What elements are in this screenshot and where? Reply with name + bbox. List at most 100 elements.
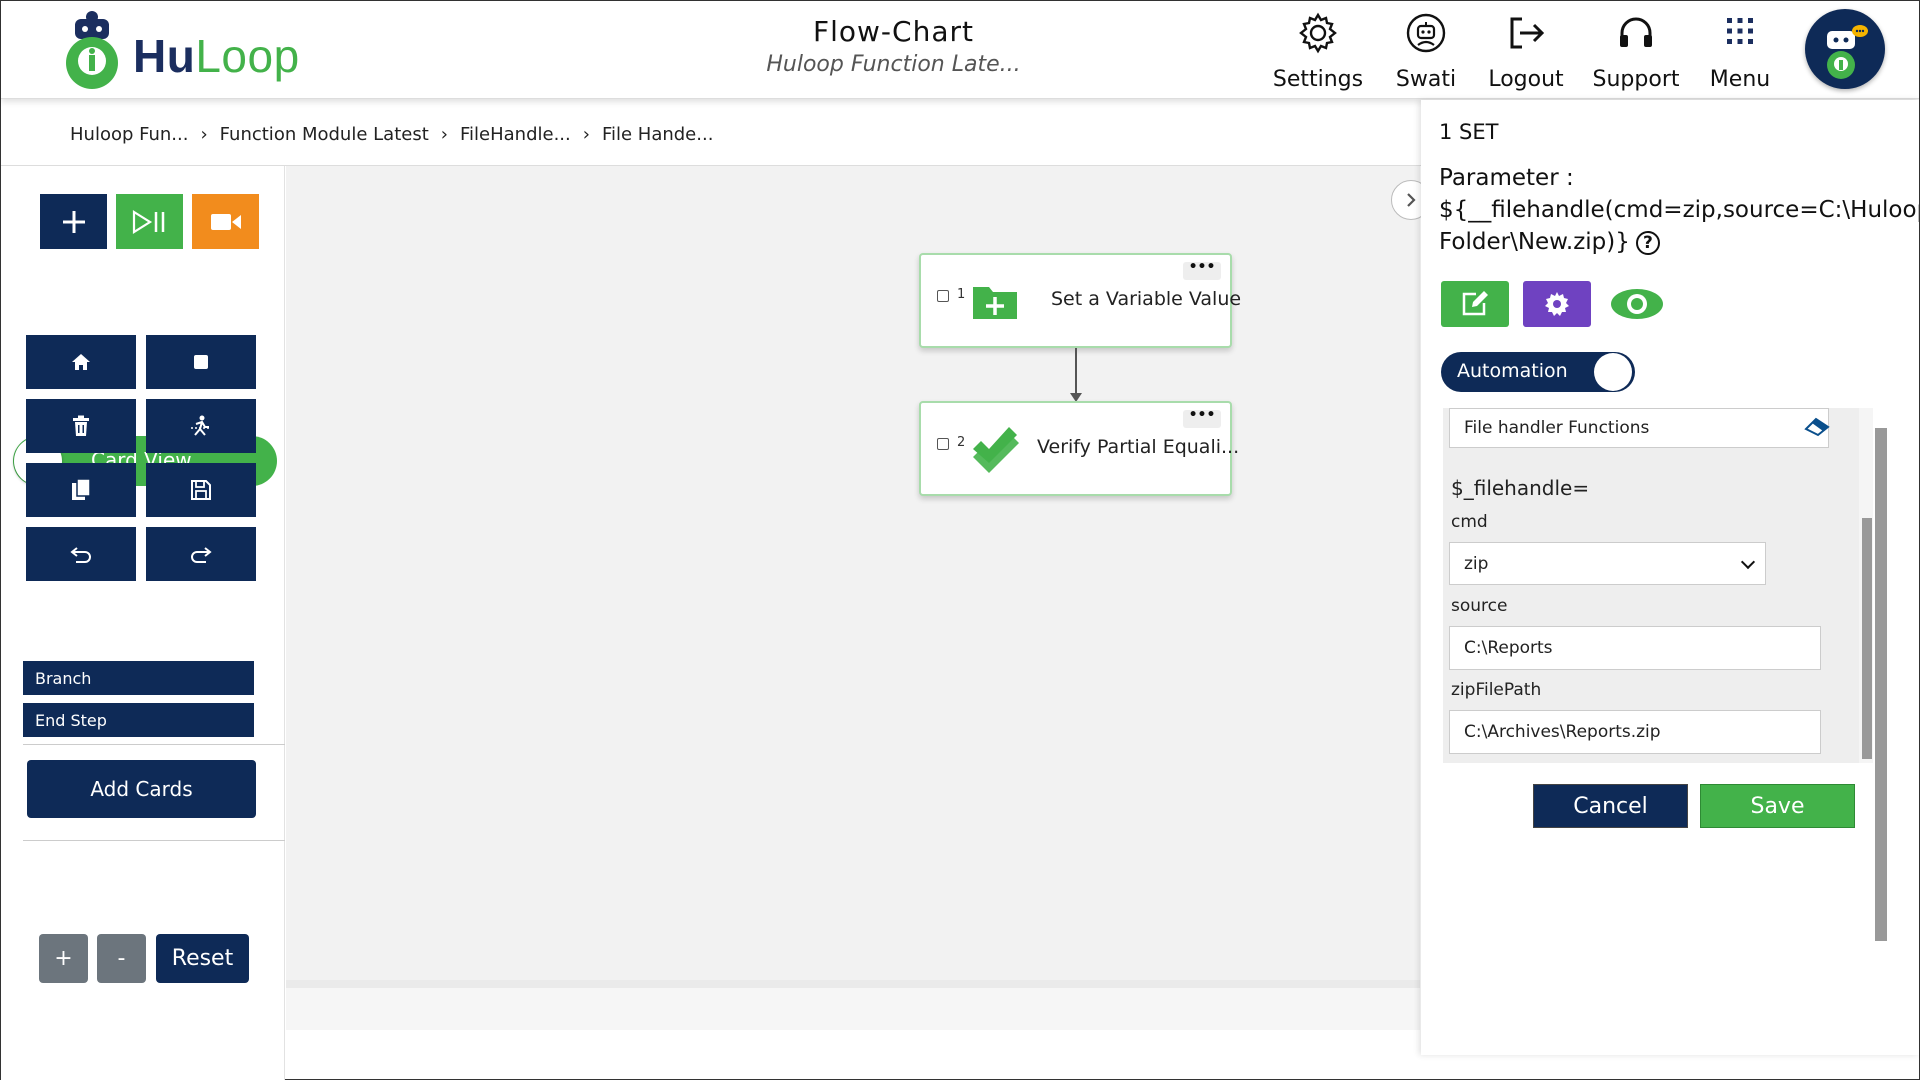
undo-button[interactable] — [26, 527, 136, 581]
chevron-right-icon — [1407, 193, 1416, 207]
step-properties-panel: 1 SET Parameter : ${__filehandle(cmd=zip… — [1421, 100, 1919, 1055]
cancel-button[interactable]: Cancel — [1533, 784, 1688, 828]
card-step-number: 2 — [957, 435, 966, 450]
cmd-select[interactable]: zip — [1449, 542, 1766, 585]
end-step-button[interactable]: End Step — [23, 703, 254, 737]
card-select-checkbox[interactable] — [937, 290, 949, 302]
configure-step-button[interactable] — [1523, 281, 1591, 327]
assistant-avatar[interactable] — [1805, 9, 1885, 89]
flow-card[interactable]: 2 ••• Verify Partial Equali... — [919, 401, 1239, 496]
nav-user[interactable]: Swati — [1371, 11, 1481, 92]
gear-icon — [1299, 12, 1337, 54]
zoom-in-button[interactable]: + — [39, 934, 88, 983]
function-prefix: $_filehandle= — [1451, 476, 1590, 500]
nav-menu[interactable]: Menu — [1685, 11, 1795, 92]
grid-menu-icon — [1727, 18, 1753, 44]
stop-square-icon — [194, 355, 208, 369]
copy-button[interactable] — [26, 463, 136, 517]
automation-toggle[interactable]: Automation — [1441, 352, 1635, 392]
chevron-right-icon: › — [440, 124, 448, 145]
parameter-value-line1: ${__filehandle(cmd=zip,source=C:\Huloop\ — [1439, 197, 1919, 223]
breadcrumb-item[interactable]: File Hande... — [602, 124, 713, 145]
add-cards-button[interactable]: Add Cards — [27, 760, 256, 818]
edit-step-button[interactable] — [1441, 281, 1509, 327]
breadcrumb-item[interactable]: FileHandle... — [460, 124, 571, 145]
zipfilepath-label: zipFilePath — [1451, 680, 1542, 700]
card-label: Set a Variable Value — [1051, 288, 1242, 310]
page-subtitle: Huloop Function Late... — [766, 52, 1021, 77]
redo-icon — [191, 547, 212, 563]
nav-logout-label: Logout — [1488, 67, 1564, 92]
nav-settings-label: Settings — [1272, 67, 1364, 92]
panel-scrollbar-thumb[interactable] — [1875, 428, 1887, 941]
canvas-horizontal-scrollbar[interactable] — [286, 980, 1420, 1030]
floppy-disk-icon — [191, 480, 211, 500]
nav-settings[interactable]: Settings — [1263, 11, 1373, 92]
step-title: 1 SET — [1439, 120, 1499, 144]
zipfilepath-input[interactable]: C:\Archives\Reports.zip — [1449, 710, 1821, 754]
skip-step-button[interactable] — [146, 399, 256, 453]
function-group-field[interactable]: File handler Functions — [1449, 408, 1830, 448]
source-input[interactable]: C:\Reports — [1449, 626, 1821, 670]
card-step-number: 1 — [957, 287, 966, 302]
source-input-value: C:\Reports — [1464, 638, 1553, 658]
card-options-button[interactable]: ••• — [1183, 408, 1221, 428]
branch-button[interactable]: Branch — [23, 661, 254, 695]
chevron-right-icon: › — [582, 124, 590, 145]
breadcrumb-item[interactable]: Huloop Fun... — [70, 124, 188, 145]
card-options-button[interactable]: ••• — [1183, 260, 1221, 280]
cmd-label: cmd — [1451, 512, 1488, 532]
flowchart-canvas[interactable] — [286, 166, 1420, 980]
record-button[interactable] — [192, 194, 259, 249]
nav-menu-label: Menu — [1709, 67, 1771, 92]
robot-avatar-icon — [1827, 25, 1868, 79]
flow-card[interactable]: 1 ••• Set a Variable Value — [919, 253, 1241, 348]
nav-logout[interactable]: Logout — [1471, 11, 1581, 92]
card-select-checkbox[interactable] — [937, 438, 949, 450]
help-icon[interactable]: ? — [1635, 230, 1660, 255]
redo-button[interactable] — [146, 527, 256, 581]
divider — [23, 744, 285, 745]
undo-icon — [70, 547, 91, 563]
robot-logo-icon — [66, 11, 118, 89]
card-connector — [1075, 348, 1077, 398]
preview-step-button[interactable] — [1603, 281, 1671, 327]
nav-support[interactable]: Support — [1581, 11, 1691, 92]
stop-button[interactable] — [146, 335, 256, 389]
gear-icon — [1545, 292, 1569, 316]
huloop-logo[interactable]: HuLoop — [57, 7, 317, 97]
add-step-button[interactable] — [40, 194, 107, 249]
breadcrumb-item[interactable]: Function Module Latest — [220, 124, 429, 145]
page-title: Flow-Chart — [813, 15, 974, 48]
top-header: HuLoop Flow-Chart Huloop Function Late..… — [1, 1, 1919, 99]
eraser-icon[interactable] — [1804, 415, 1830, 437]
home-button[interactable] — [26, 335, 136, 389]
video-camera-icon — [210, 213, 241, 230]
parameter-label: Parameter : — [1439, 165, 1574, 191]
logo-hu-text: Hu — [133, 30, 196, 82]
function-form: File handler Functions $_filehandle= cmd… — [1443, 408, 1863, 763]
edit-pencil-icon — [1462, 291, 1488, 316]
form-scrollbar-thumb[interactable] — [1862, 518, 1872, 759]
logo-text: HuLoop — [133, 29, 300, 83]
save-button[interactable]: Save — [1700, 784, 1855, 828]
delete-button[interactable] — [26, 399, 136, 453]
skip-icon — [191, 415, 211, 436]
automation-label: Automation — [1457, 360, 1568, 382]
run-pause-button[interactable] — [116, 194, 183, 249]
reset-zoom-button[interactable]: Reset — [156, 934, 249, 983]
zoom-out-button[interactable]: - — [97, 934, 146, 983]
chevron-right-icon: › — [200, 124, 208, 145]
nav-user-label: Swati — [1395, 67, 1457, 92]
chevron-down-icon — [1740, 554, 1756, 570]
eye-icon — [1611, 289, 1663, 319]
parameter-value-line2: Folder\New.zip)}? — [1439, 226, 1919, 258]
card-label: Verify Partial Equali... — [1037, 436, 1240, 458]
save-flow-button[interactable] — [146, 463, 256, 517]
plus-icon — [62, 210, 85, 233]
cmd-selected-value: zip — [1464, 553, 1489, 574]
source-label: source — [1451, 596, 1508, 616]
logout-icon — [1510, 17, 1545, 49]
play-pause-icon — [132, 209, 164, 234]
headset-icon — [1620, 17, 1652, 47]
